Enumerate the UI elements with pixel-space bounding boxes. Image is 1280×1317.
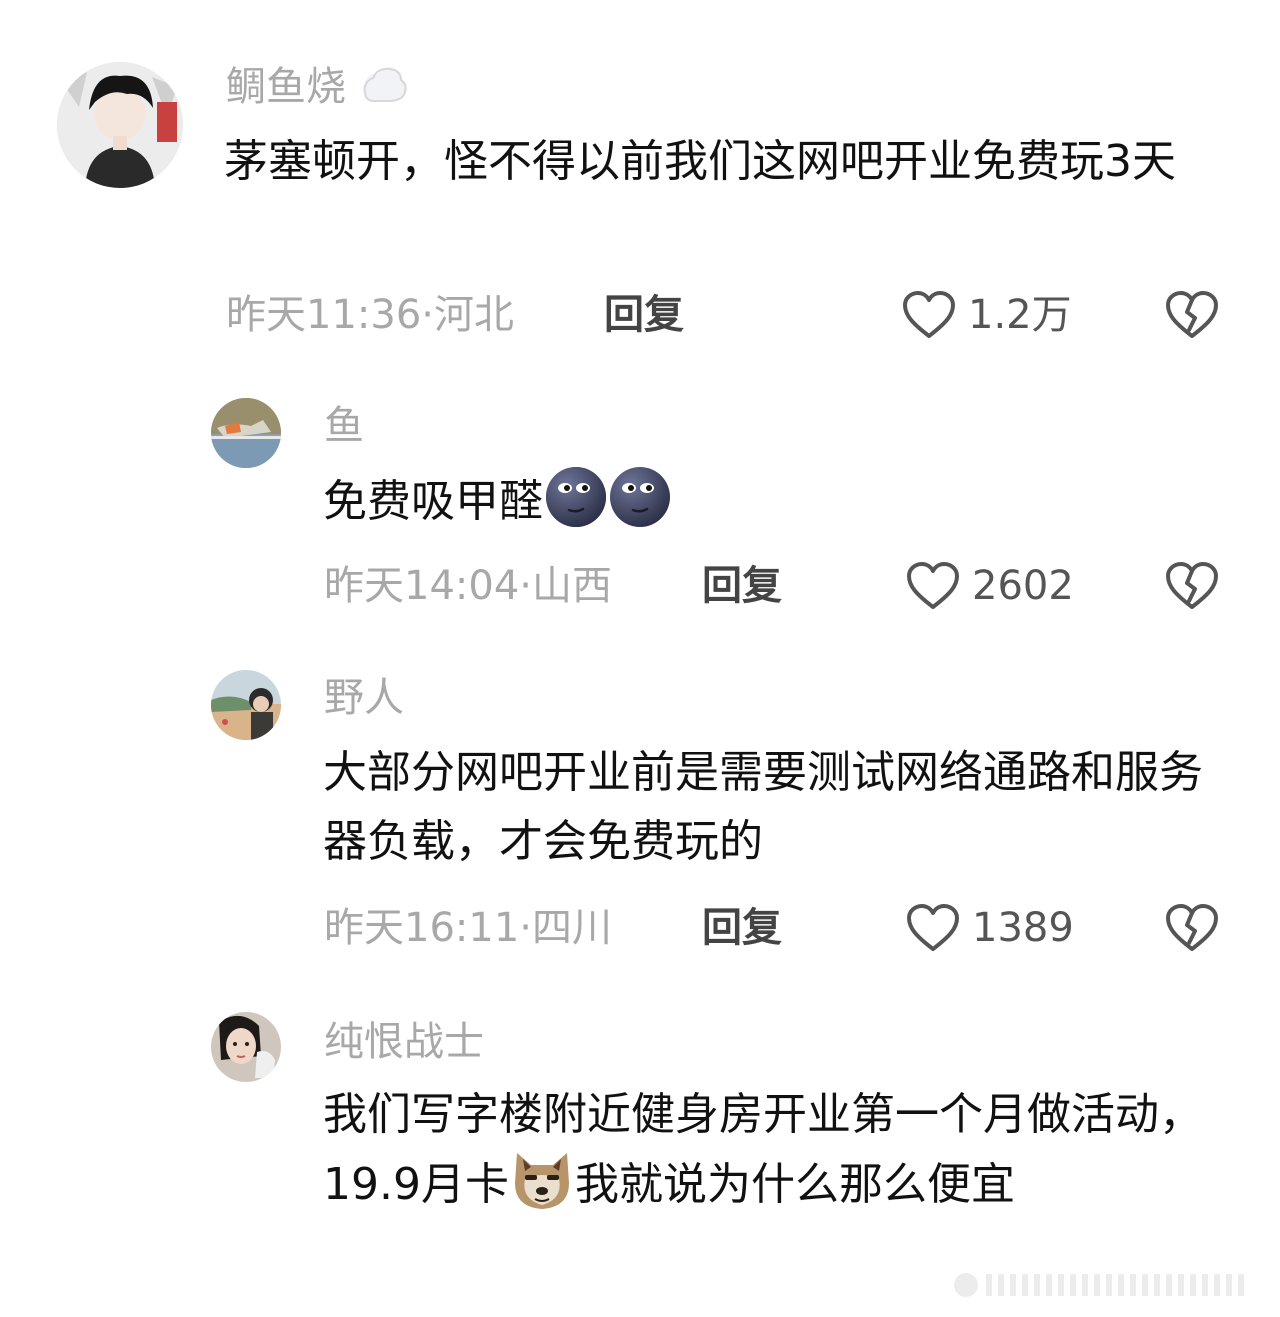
broken-heart-icon	[1166, 291, 1218, 338]
comment-text: 免费吸甲醛	[323, 466, 1223, 536]
reply-button[interactable]: 回复	[604, 295, 684, 335]
dislike-button[interactable]	[1165, 290, 1219, 344]
avatar-image	[57, 62, 183, 188]
like-count: 2602	[972, 563, 1074, 609]
dislike-button[interactable]	[1165, 903, 1219, 957]
avatar-image	[211, 398, 281, 468]
avatar-image	[211, 1012, 281, 1082]
avatar[interactable]	[57, 62, 183, 188]
dislike-button[interactable]	[1165, 561, 1219, 615]
watermark-logo-icon	[954, 1273, 1244, 1297]
heart-outline-icon	[907, 904, 959, 951]
like-button[interactable]: 2602	[906, 561, 1074, 611]
comment-text-after-emoji: 我就说为什么那么便宜	[574, 1159, 1015, 1210]
comment-text: 我们写字楼附近健身房开业第一个月做活动，19.9月卡 我就说为什么那么便宜	[323, 1080, 1223, 1219]
reply-button[interactable]: 回复	[702, 566, 782, 606]
comment-time-location: 昨天16:11·四川	[324, 905, 612, 951]
watermark	[950, 1268, 1270, 1302]
username[interactable]: 鲷鱼烧	[226, 64, 409, 108]
new-moon-face-emoji-icon	[610, 467, 670, 527]
like-count: 1.2万	[968, 292, 1072, 338]
comment-text: 茅塞顿开，怪不得以前我们这网吧开业免费玩3天	[224, 136, 1176, 187]
new-moon-face-emoji-icon	[546, 467, 606, 527]
cloud-emoji-icon	[362, 67, 407, 102]
heart-outline-icon	[907, 562, 959, 609]
comment-text-content: 免费吸甲醛	[323, 476, 543, 527]
like-button[interactable]: 1.2万	[902, 290, 1072, 340]
comment-item: 鲷鱼烧 茅塞顿开，怪不得以前我们这网吧开业免费玩3天 昨天11:36·河北 回复…	[0, 0, 1280, 360]
username[interactable]: 野人	[324, 678, 404, 718]
comment-time-location: 昨天14:04·山西	[324, 563, 612, 609]
like-button[interactable]: 1389	[906, 903, 1074, 953]
comment-text: 大部分网吧开业前是需要测试网络通路和服务器负载，才会免费玩的	[323, 747, 1203, 867]
like-count: 1389	[972, 905, 1074, 951]
avatar[interactable]	[211, 670, 281, 740]
avatar[interactable]	[211, 1012, 281, 1082]
doge-emoji-icon	[514, 1153, 569, 1209]
comment-time-location: 昨天11:36·河北	[226, 292, 514, 338]
heart-outline-icon	[903, 291, 955, 338]
username[interactable]: 鱼	[324, 406, 364, 446]
username[interactable]: 纯恨战士	[324, 1022, 484, 1062]
avatar[interactable]	[211, 398, 281, 468]
avatar-image	[211, 670, 281, 740]
broken-heart-icon	[1166, 562, 1218, 609]
username-text: 鲷鱼烧	[226, 64, 346, 110]
broken-heart-icon	[1166, 904, 1218, 951]
reply-button[interactable]: 回复	[702, 908, 782, 948]
